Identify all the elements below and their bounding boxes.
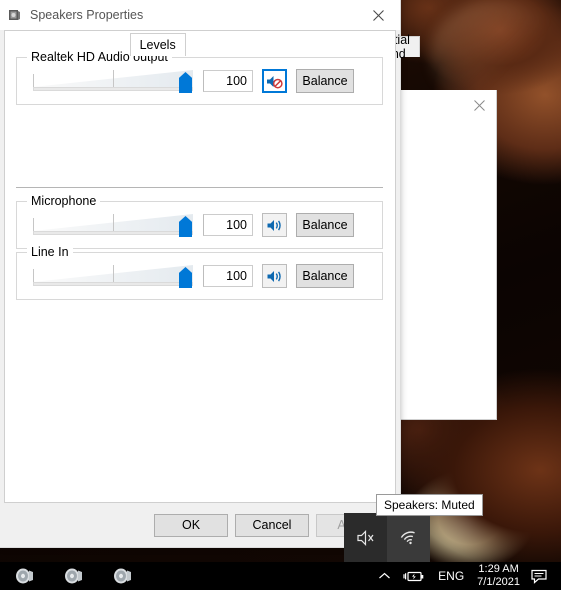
- speaker-app-icon: [63, 566, 85, 586]
- mute-button[interactable]: [262, 69, 287, 93]
- language-indicator[interactable]: ENG: [431, 569, 471, 583]
- volume-value[interactable]: 100: [203, 70, 253, 92]
- clock-time: 1:29 AM: [478, 563, 518, 576]
- section-divider: [16, 187, 383, 188]
- close-icon[interactable]: [356, 0, 400, 30]
- clock[interactable]: 1:29 AM 7/1/2021: [471, 563, 526, 589]
- chevron-up-icon[interactable]: [372, 562, 397, 590]
- tab-levels[interactable]: Levels: [130, 33, 186, 56]
- group-label: Microphone: [27, 194, 100, 208]
- speaker-muted-icon: [266, 74, 283, 89]
- volume-slider[interactable]: [31, 212, 197, 238]
- speaker-app-icon: [112, 566, 134, 586]
- speaker-on-icon: [266, 269, 283, 284]
- taskbar-app-button[interactable]: [98, 562, 147, 590]
- slider-tick: [113, 265, 114, 282]
- ok-button[interactable]: OK: [154, 514, 228, 537]
- mute-button[interactable]: [262, 264, 287, 288]
- taskbar-apps: [0, 562, 147, 590]
- slider-tick: [113, 214, 114, 231]
- background-window[interactable]: [400, 90, 497, 420]
- cancel-button[interactable]: Cancel: [235, 514, 309, 537]
- slider-rail: [33, 231, 193, 235]
- volume-value[interactable]: 100: [203, 265, 253, 287]
- clock-date: 7/1/2021: [477, 576, 520, 589]
- background-window-titlebar: [401, 90, 496, 120]
- group-label: Line In: [27, 245, 73, 259]
- tray-overflow-flyout: [344, 513, 430, 562]
- levels-tab-page: Realtek HD Audio output 100: [4, 30, 396, 503]
- speaker-properties-icon: [8, 8, 22, 22]
- dialog-button-bar: OK Cancel Apply: [0, 503, 400, 547]
- dialog-title: Speakers Properties: [30, 8, 143, 22]
- volume-slider[interactable]: [31, 68, 197, 94]
- background-window-body: [401, 120, 496, 419]
- network-tray-icon[interactable]: [387, 513, 430, 562]
- slider-tick: [33, 74, 34, 87]
- balance-button[interactable]: Balance: [296, 213, 354, 237]
- mute-button[interactable]: [262, 213, 287, 237]
- slider-tick: [113, 70, 114, 87]
- speakers-properties-dialog: Speakers Properties GeneralCustomLevelsE…: [0, 0, 401, 548]
- slider-tick: [33, 218, 34, 231]
- tooltip: Speakers: Muted: [376, 494, 483, 516]
- volume-group-output: Realtek HD Audio output 100: [16, 57, 383, 105]
- balance-button[interactable]: Balance: [296, 69, 354, 93]
- notifications-icon[interactable]: [526, 568, 557, 585]
- slider-tick: [33, 269, 34, 282]
- dialog-titlebar[interactable]: Speakers Properties: [0, 0, 400, 30]
- wifi-icon: [399, 529, 419, 547]
- slider-rail: [33, 282, 193, 286]
- taskbar-app-button[interactable]: [0, 562, 49, 590]
- speaker-app-icon: [14, 566, 36, 586]
- balance-button[interactable]: Balance: [296, 264, 354, 288]
- taskbar: ENG 1:29 AM 7/1/2021: [0, 562, 561, 590]
- close-icon[interactable]: [462, 90, 496, 120]
- speaker-muted-icon: [356, 529, 376, 547]
- volume-tray-icon[interactable]: [344, 513, 387, 562]
- volume-group-linein: Line In 100 Balance: [16, 252, 383, 300]
- volume-group-microphone: Microphone 100 Balance: [16, 201, 383, 249]
- speaker-on-icon: [266, 218, 283, 233]
- volume-slider[interactable]: [31, 263, 197, 289]
- volume-value[interactable]: 100: [203, 214, 253, 236]
- battery-charging-icon[interactable]: [397, 562, 431, 590]
- system-tray: ENG 1:29 AM 7/1/2021: [372, 562, 561, 590]
- taskbar-app-button[interactable]: [49, 562, 98, 590]
- slider-rail: [33, 87, 193, 91]
